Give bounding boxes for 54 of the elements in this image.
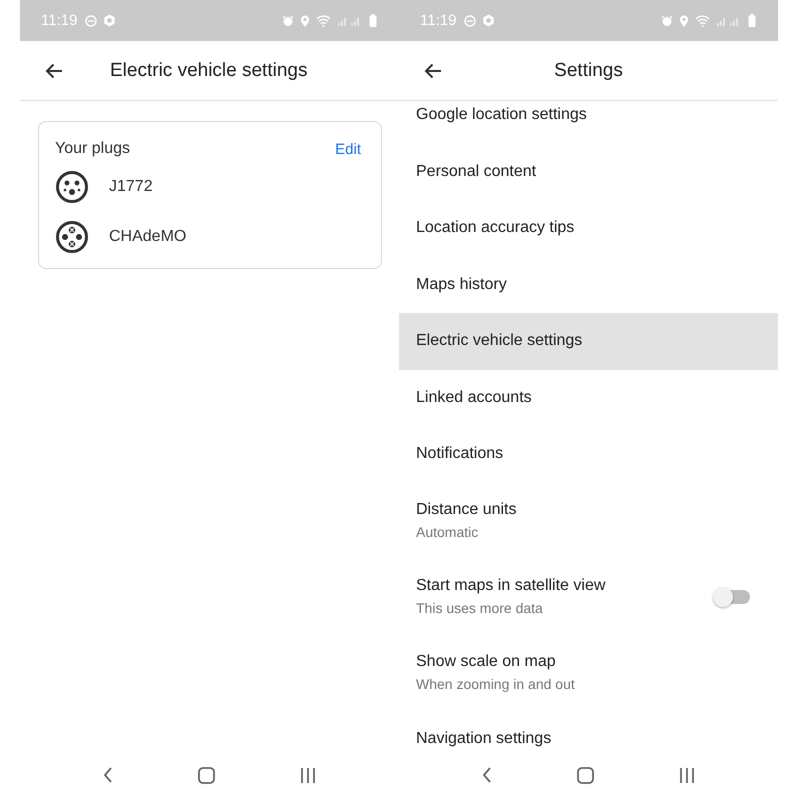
item-title: Electric vehicle settings [416,332,584,350]
screen-title: Settings [553,60,624,82]
plug-name: J1772 [109,178,153,196]
battery-icon [369,14,377,27]
do-not-disturb-icon [464,14,476,26]
back-icon[interactable] [482,767,492,783]
location-pin-icon [300,14,310,26]
edit-link[interactable]: Edit [331,138,365,160]
item-title: Start maps in satellite view [416,577,606,595]
item-subtitle: Automatic [416,524,480,540]
wifi-icon [316,14,331,26]
home-icon[interactable] [198,766,215,784]
item-title: Personal content [416,162,538,181]
gear-icon [103,14,116,27]
item-title: Location accuracy tips [416,219,576,238]
location-pin-icon [679,14,689,26]
settings-item[interactable]: Distance units Automatic [399,482,778,558]
item-subtitle: This uses more data [416,600,544,616]
back-icon[interactable] [102,767,113,783]
item-title: Distance units [416,501,518,519]
back-arrow-icon[interactable] [45,62,63,78]
card-title: Your plugs [55,140,130,158]
screen-title: Electric vehicle settings [110,60,308,82]
wifi-icon [695,14,710,26]
item-subtitle: When zooming in and out [416,676,576,692]
settings-item[interactable]: Linked accounts [399,370,778,426]
item-title: Maps history [416,276,508,294]
battery-icon [748,14,756,27]
settings-item[interactable]: Maps history [399,256,778,313]
plug-name: CHAdeMO [109,228,186,246]
settings-item[interactable]: Personal content [399,144,778,200]
plug-icon [55,170,89,204]
settings-item[interactable]: Google location settings [399,101,778,144]
gear-icon [482,14,496,27]
recent-apps-icon[interactable] [300,768,316,782]
item-title: Google location settings [416,106,588,124]
home-icon[interactable] [576,766,594,784]
plug-icon [55,220,89,254]
item-title: Navigation settings [416,730,552,748]
toggle-switch[interactable] [716,590,750,604]
alarm-icon [661,14,673,26]
settings-item[interactable]: Notifications [399,426,778,482]
item-title: Show scale on map [416,653,557,671]
settings-item[interactable]: Navigation settings [399,710,778,750]
item-title: Linked accounts [416,388,533,407]
settings-item[interactable]: Electric vehicle settings [399,313,778,370]
do-not-disturb-icon [85,14,98,26]
recent-apps-icon[interactable] [679,768,696,782]
settings-item[interactable]: Location accuracy tips [399,200,778,256]
item-title: Notifications [416,445,504,464]
settings-item[interactable]: Start maps in satellite view This uses more data [399,558,778,634]
alarm-icon [282,14,294,26]
settings-item[interactable]: Show scale on map When zooming in and out [399,634,778,710]
back-arrow-icon[interactable] [424,62,442,78]
